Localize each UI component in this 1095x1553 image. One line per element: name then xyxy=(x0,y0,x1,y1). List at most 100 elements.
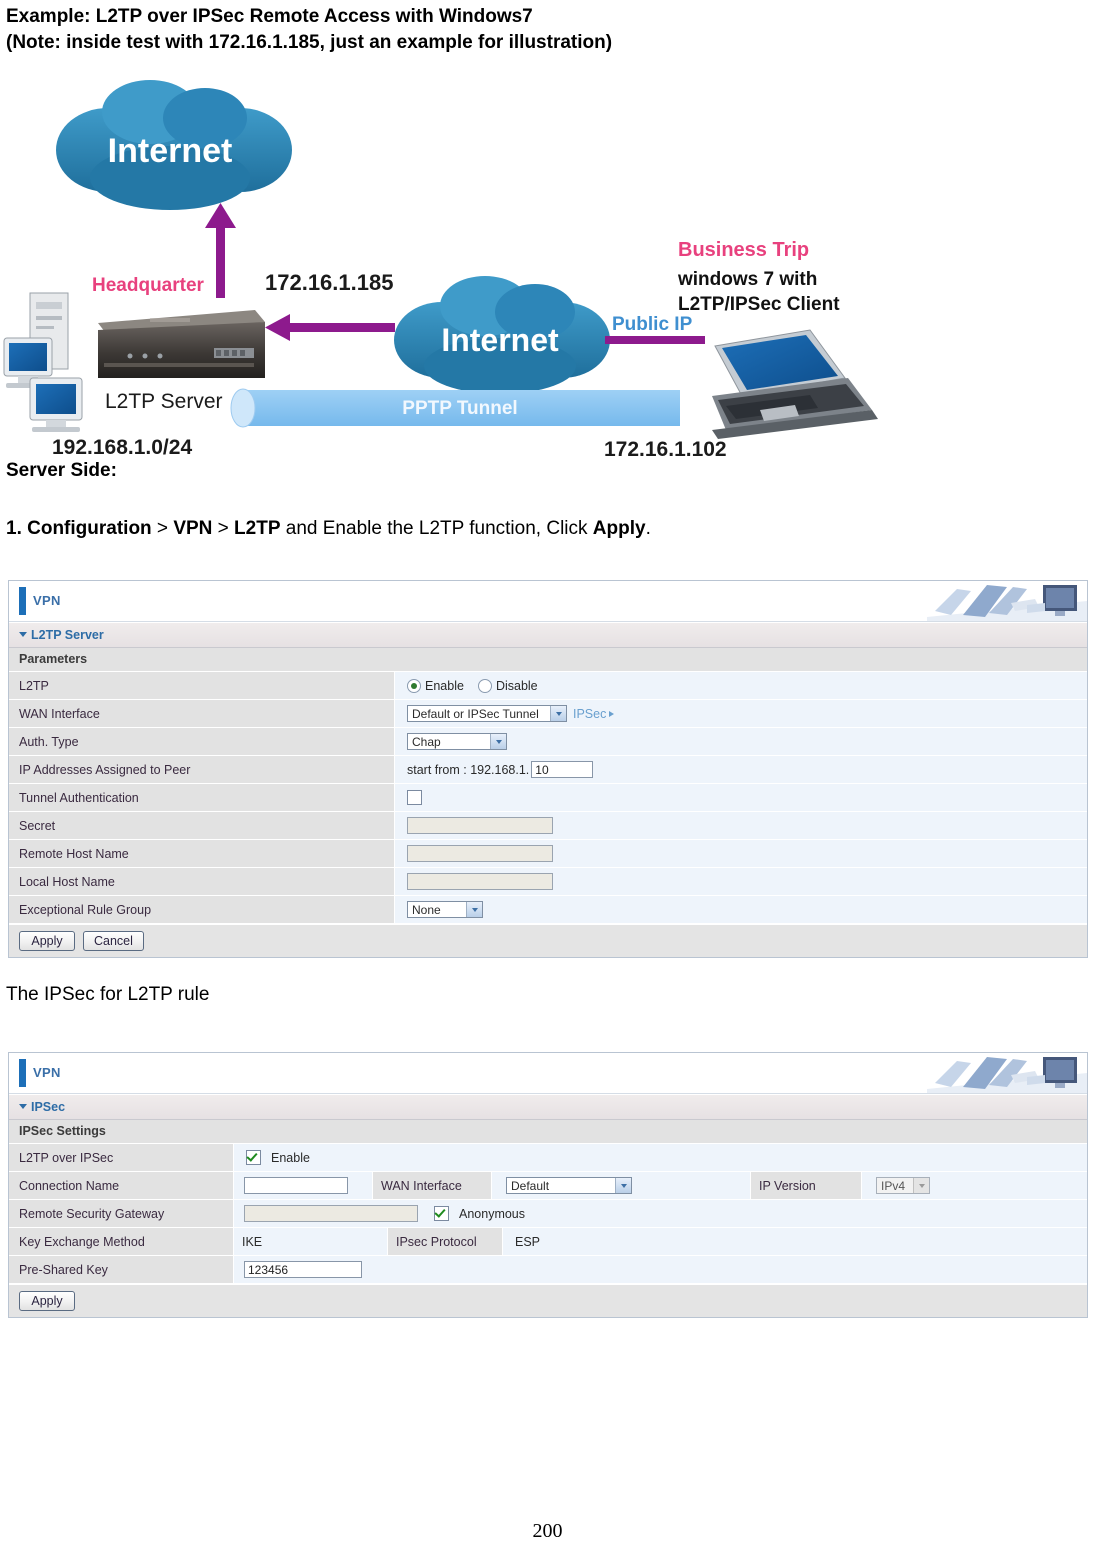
ipsec-rule-caption: The IPSec for L2TP rule xyxy=(6,984,210,1005)
ipsec-button-row: Apply xyxy=(9,1284,1087,1317)
value-ip-addresses-assigned: start from : 192.168.1. 10 xyxy=(395,756,1087,783)
l2tp-server-router xyxy=(98,310,265,378)
radio-label-disable: Disable xyxy=(495,678,538,693)
arrow-router-to-internet xyxy=(205,203,236,298)
business-trip-label: Business Trip xyxy=(678,239,809,261)
label-remote-host-name: Remote Host Name xyxy=(9,840,395,867)
value-tunnel-authentication xyxy=(395,784,1087,811)
select-ip-version-value: IPv4 xyxy=(881,1178,906,1193)
apply-button[interactable]: Apply xyxy=(19,1291,75,1311)
select-ipsec-wan-interface-value: Default xyxy=(511,1178,550,1193)
select-wan-interface-value: Default or IPSec Tunnel xyxy=(412,706,539,721)
checkbox-tunnel-authentication[interactable] xyxy=(407,790,422,805)
value-wan-interface: Default or IPSec Tunnel IPSec xyxy=(395,700,1087,727)
ip-address-prefix: start from : 192.168.1. xyxy=(407,762,530,777)
client-os-line1: windows 7 with xyxy=(677,269,817,290)
table-row: Connection Name WAN Interface Default IP… xyxy=(9,1172,1087,1200)
label-remote-security-gateway: Remote Security Gateway xyxy=(9,1200,234,1227)
input-ip-start-from[interactable]: 10 xyxy=(531,761,594,778)
step-1-bold-l2tp: L2TP xyxy=(234,518,281,539)
l2tp-button-row: Apply Cancel xyxy=(9,924,1087,957)
select-exceptional-rule-group[interactable]: None xyxy=(407,901,483,918)
banner-accent-bar xyxy=(19,1059,26,1087)
caret-down-icon xyxy=(19,632,27,637)
label-ip-version: IP Version xyxy=(750,1172,862,1199)
wan-ip-label: 172.16.1.185 xyxy=(265,270,393,295)
checkbox-l2tp-over-ipsec-enable[interactable] xyxy=(246,1150,261,1165)
label-exceptional-rule-group: Exceptional Rule Group xyxy=(9,896,395,923)
caret-down-icon xyxy=(19,1104,27,1109)
headquarter-label: Headquarter xyxy=(92,275,205,296)
label-key-exchange-method: Key Exchange Method xyxy=(9,1228,234,1255)
select-ipsec-wan-interface[interactable]: Default xyxy=(506,1177,632,1194)
client-laptop xyxy=(712,329,878,439)
select-exceptional-rule-group-value: None xyxy=(412,902,441,917)
checkbox-anonymous[interactable] xyxy=(434,1206,449,1221)
step-1-bold-apply: Apply xyxy=(592,518,646,539)
value-exceptional-rule-group: None xyxy=(395,896,1087,923)
radio-group-l2tp[interactable]: Enable Disable xyxy=(407,678,552,693)
label-tunnel-authentication: Tunnel Authentication xyxy=(9,784,395,811)
subhead-ipsec-settings-label: IPSec Settings xyxy=(19,1124,106,1138)
link-ipsec[interactable]: IPSec xyxy=(573,706,615,721)
step-1-bold-vpn: VPN xyxy=(173,518,213,539)
link-ipsec-label: IPSec xyxy=(573,706,607,721)
table-row: Secret xyxy=(9,812,1087,840)
input-secret[interactable] xyxy=(407,817,553,834)
label-ip-addresses-assigned: IP Addresses Assigned to Peer xyxy=(9,756,395,783)
value-l2tp: Enable Disable xyxy=(395,672,1087,699)
value-ipsec-protocol: ESP xyxy=(515,1234,541,1249)
input-local-host-name[interactable] xyxy=(407,873,553,890)
client-os-line2: L2TP/IPSec Client xyxy=(678,294,840,315)
banner-decorative-art xyxy=(927,1053,1087,1093)
table-row: Exceptional Rule Group None xyxy=(9,896,1087,924)
server-side-heading: Server Side: xyxy=(6,460,117,481)
step-1-bold-configuration: 1. Configuration xyxy=(6,518,152,539)
radio-l2tp-enable[interactable] xyxy=(407,678,421,693)
chevron-down-icon xyxy=(615,1178,631,1193)
select-auth-type-value: Chap xyxy=(412,734,441,749)
input-connection-name[interactable] xyxy=(244,1177,348,1194)
l2tp-server-label: L2TP Server xyxy=(105,390,223,413)
value-connection-name-row: WAN Interface Default IP Version IPv4 xyxy=(234,1172,1087,1199)
lan-subnet-label: 192.168.1.0/24 xyxy=(52,436,192,459)
accordion-label-l2tp-server: L2TP Server xyxy=(31,628,104,642)
value-pre-shared-key: 123456 xyxy=(234,1256,1087,1283)
value-remote-security-gateway: Anonymous xyxy=(234,1200,1087,1227)
chevron-down-icon xyxy=(466,902,482,917)
public-ip-label: Public IP xyxy=(612,314,693,335)
chevron-down-icon xyxy=(913,1178,929,1193)
input-remote-host-name[interactable] xyxy=(407,845,553,862)
accordion-label-ipsec: IPSec xyxy=(31,1100,66,1114)
subhead-parameters: Parameters xyxy=(9,648,1087,672)
accordion-l2tp-server[interactable]: L2TP Server xyxy=(9,622,1087,648)
panel-banner-ipsec: VPN xyxy=(9,1053,1087,1094)
select-wan-interface[interactable]: Default or IPSec Tunnel xyxy=(407,705,567,722)
value-auth-type: Chap xyxy=(395,728,1087,755)
client-ip-label: 172.16.1.102 xyxy=(604,438,727,461)
cancel-button[interactable]: Cancel xyxy=(83,931,144,951)
value-secret xyxy=(395,812,1087,839)
banner-title-vpn: VPN xyxy=(33,1065,61,1080)
apply-button[interactable]: Apply xyxy=(19,931,75,951)
table-row: Local Host Name xyxy=(9,868,1087,896)
table-row: Auth. Type Chap xyxy=(9,728,1087,756)
radio-label-enable: Enable xyxy=(425,678,464,693)
document-title-line2: (Note: inside test with 172.16.1.185, ju… xyxy=(6,32,613,53)
chevron-down-icon xyxy=(490,734,506,749)
select-auth-type[interactable]: Chap xyxy=(407,733,507,750)
input-pre-shared-key[interactable]: 123456 xyxy=(244,1261,362,1278)
table-row: L2TP over IPSec Enable xyxy=(9,1144,1087,1172)
pptp-tunnel-label: PPTP Tunnel xyxy=(402,398,517,419)
value-local-host-name xyxy=(395,868,1087,895)
cloud-internet-right-label: Internet xyxy=(441,322,559,358)
document-title-line1: Example: L2TP over IPSec Remote Access w… xyxy=(6,6,533,27)
value-key-exchange-method-row: IKE IPsec Protocol ESP xyxy=(234,1228,1087,1255)
input-remote-security-gateway[interactable] xyxy=(244,1205,418,1222)
accordion-ipsec[interactable]: IPSec xyxy=(9,1094,1087,1120)
public-ip-link-line xyxy=(605,336,705,344)
label-auth-type: Auth. Type xyxy=(9,728,395,755)
label-wan-interface: WAN Interface xyxy=(9,700,395,727)
select-ip-version[interactable]: IPv4 xyxy=(876,1177,930,1194)
radio-l2tp-disable[interactable] xyxy=(477,678,492,693)
